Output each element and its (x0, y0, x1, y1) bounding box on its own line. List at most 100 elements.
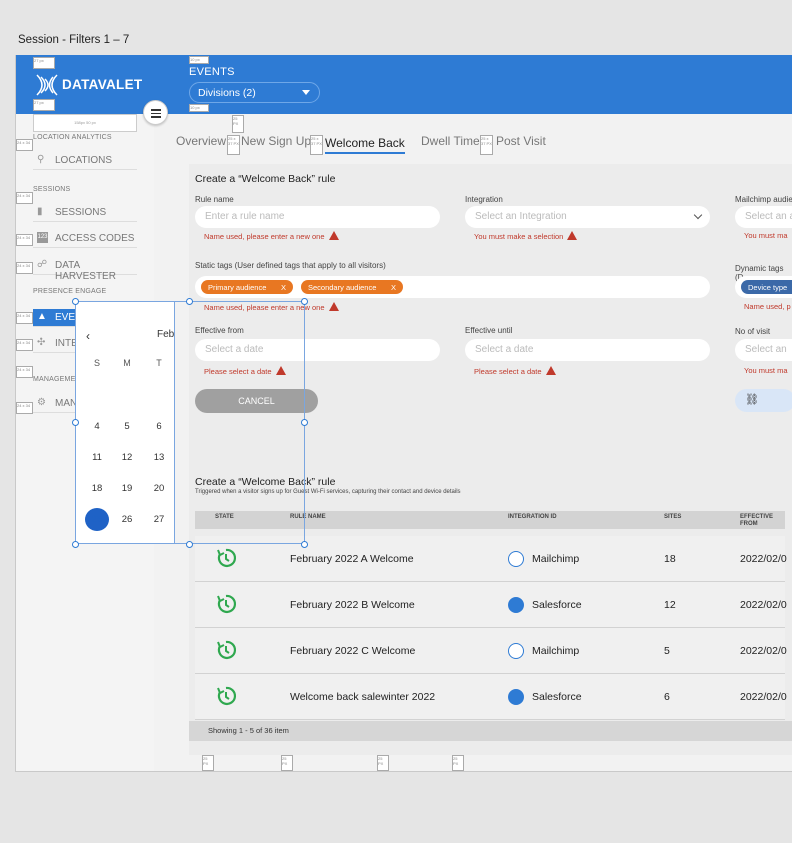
no-of-visits-select[interactable]: Select an (735, 339, 792, 361)
row-integration: Mailchimp (532, 553, 580, 565)
resize-handle[interactable] (301, 298, 308, 305)
chevron-down-icon (693, 210, 703, 220)
row-sites: 12 (664, 599, 676, 611)
spacing-annotation: 24 x 34 (16, 262, 33, 274)
row-rule-name: February 2022 B Welcome (290, 599, 415, 611)
resize-handle[interactable] (72, 541, 79, 548)
row-sites: 5 (664, 645, 670, 657)
selection-outline (75, 301, 305, 544)
column-header-effective-from[interactable]: EFFECTIVE FROM (740, 514, 780, 528)
salesforce-icon (508, 689, 524, 705)
spacing-annotation: 24 x 34 (16, 139, 33, 151)
warning-icon (545, 366, 556, 375)
tab-overview[interactable]: Overview (176, 134, 226, 148)
row-effective-from: 2022/02/0 (740, 599, 787, 611)
hamburger-icon (151, 109, 161, 111)
spacing-annotation: 10 px (189, 56, 209, 64)
resize-handle[interactable] (186, 298, 193, 305)
warning-icon (567, 231, 578, 240)
row-effective-from: 2022/02/0 (740, 553, 787, 565)
table-row[interactable]: February 2022 C Welcome Mailchimp 5 2022… (195, 628, 787, 674)
row-rule-name: February 2022 C Welcome (290, 645, 416, 657)
error-text: Please select a date (474, 367, 542, 376)
close-icon[interactable]: X (391, 283, 396, 292)
row-sites: 6 (664, 691, 670, 703)
resize-handle[interactable] (72, 298, 79, 305)
tab-new-sign-up[interactable]: New Sign Up (241, 134, 311, 148)
tag-chip-secondary[interactable]: Secondary audience X (301, 280, 403, 294)
spacing-annotation: 24 x 34 (16, 339, 33, 351)
mailchimp-audience-select[interactable]: Select an a (735, 206, 792, 228)
sidebar-section-location-analytics: LOCATION ANALYTICS (33, 134, 112, 141)
brand-name: DATAVALET (62, 77, 143, 92)
row-integration: Salesforce (532, 691, 582, 703)
integration-error: You must make a selection (474, 231, 578, 241)
refresh-state-icon (217, 548, 237, 567)
sidebar-item-sessions[interactable]: ▮ SESSIONS (33, 204, 137, 222)
refresh-state-icon (217, 686, 237, 705)
sidebar-item-access-codes[interactable]: 123 ACCESS CODES (33, 230, 137, 248)
close-icon[interactable]: X (281, 283, 286, 292)
location-pin-icon: ⚲ (37, 154, 45, 165)
spacing-annotation: 10 px (189, 104, 209, 112)
sidebar-item-data-harvester[interactable]: ☍ DATA HARVESTER (33, 257, 137, 282)
rule-name-input[interactable]: Enter a rule name (195, 206, 440, 228)
dynamic-tags-input[interactable]: Device type (735, 276, 792, 298)
hamburger-menu-button[interactable] (143, 100, 168, 125)
sidebar-item-locations[interactable]: ⚲ LOCATIONS (33, 152, 137, 170)
resize-handle[interactable] (72, 419, 79, 426)
spacing-annotation: 25 PX (377, 755, 389, 771)
tab-welcome-back[interactable]: Welcome Back (325, 136, 405, 154)
resize-handle[interactable] (186, 541, 193, 548)
hamburger-icon (151, 116, 161, 118)
row-effective-from: 2022/02/0 (740, 691, 787, 703)
row-effective-from: 2022/02/0 (740, 645, 787, 657)
tab-post-visit[interactable]: Post Visit (496, 134, 546, 148)
integration-label: Integration (465, 195, 503, 204)
spacing-annotation: 25 x 37 PX (480, 135, 493, 155)
spacing-annotation: 24 x 34 (16, 402, 33, 414)
tab-dwell-time[interactable]: Dwell Time (421, 134, 480, 148)
mailchimp-icon (508, 643, 524, 659)
spacing-annotation: 27 px (33, 57, 55, 69)
rule-name-error: Name used, please enter a new one (204, 231, 339, 241)
divisions-dropdown[interactable]: Divisions (2) (189, 82, 320, 103)
resize-handle[interactable] (301, 419, 308, 426)
chip-label: Primary audience (208, 283, 267, 292)
image-icon: ▲ (37, 311, 47, 322)
effective-until-error: Please select a date (474, 366, 556, 376)
static-tags-input[interactable]: Primary audience X Secondary audience X (195, 276, 710, 298)
row-rule-name: Welcome back salewinter 2022 (290, 691, 436, 703)
spacing-annotation: 24 x 34 (16, 192, 33, 204)
sidebar-item-label: LOCATIONS (55, 155, 113, 166)
row-sites: 18 (664, 553, 676, 565)
integration-placeholder: Select an Integration (475, 211, 567, 222)
rule-name-label: Rule name (195, 195, 234, 204)
spacing-annotation: 24 x 34 (16, 312, 33, 324)
link-button[interactable]: ⛓ (735, 389, 792, 412)
effective-until-label: Effective until (465, 326, 513, 335)
integrations-icon: ✣ (37, 337, 46, 348)
tag-chip-primary[interactable]: Primary audience X (201, 280, 293, 294)
sidebar-size-annotation: 158px 50 px (33, 114, 137, 132)
refresh-state-icon (217, 594, 237, 613)
integration-select[interactable]: Select an Integration (465, 206, 710, 228)
no-of-visits-label: No of visit (735, 327, 771, 336)
resize-handle[interactable] (301, 541, 308, 548)
access-code-icon: 123 (37, 232, 48, 243)
sidebar-item-label: ACCESS CODES (55, 233, 135, 244)
spacing-annotation: 24 x 34 (16, 234, 33, 246)
table-row[interactable]: February 2022 B Welcome Salesforce 12 20… (195, 582, 787, 628)
sidebar-section-sessions: SESSIONS (33, 186, 71, 193)
column-header-integration-id[interactable]: INTEGRATION ID (508, 514, 557, 520)
error-text: You must make a selection (474, 232, 564, 241)
column-header-sites[interactable]: SITES (664, 514, 681, 520)
divisions-label: Divisions (2) (198, 87, 256, 99)
tag-chip-device-type[interactable]: Device type (741, 280, 792, 294)
table-row[interactable]: Welcome back salewinter 2022 Salesforce … (195, 674, 787, 720)
frame-label: Session - Filters 1 – 7 (18, 34, 130, 46)
spacing-annotation: 25 x 37 PX (310, 135, 323, 155)
effective-until-input[interactable]: Select a date (465, 339, 710, 361)
datavalet-logo-icon (36, 74, 58, 96)
page-section-title: EVENTS (189, 66, 235, 78)
